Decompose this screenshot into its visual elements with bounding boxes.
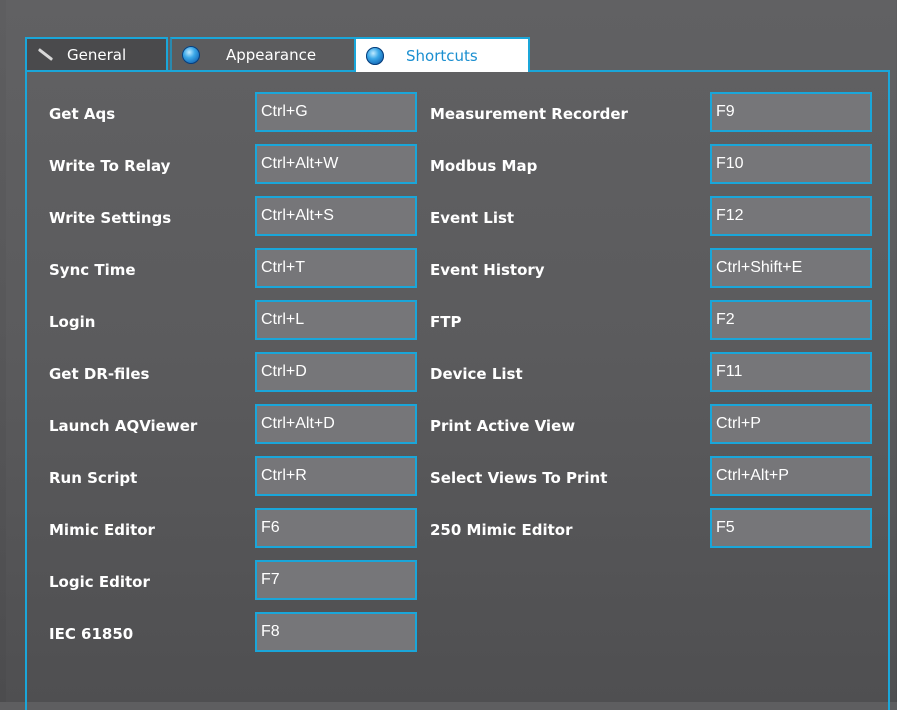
shortcut-label-sync-time: Sync Time <box>49 261 136 279</box>
globe-icon <box>182 46 200 64</box>
shortcut-label-select-views-to-print: Select Views To Print <box>430 469 608 487</box>
shortcut-field-event-history[interactable]: Ctrl+Shift+E <box>710 248 872 288</box>
shortcut-label-iec-61850: IEC 61850 <box>49 625 134 643</box>
shortcut-field-write-settings[interactable]: Ctrl+Alt+S <box>255 196 417 236</box>
shortcut-label-250-mimic-editor: 250 Mimic Editor <box>430 521 573 539</box>
tab-shortcuts-label: Shortcuts <box>406 46 478 65</box>
shortcut-field-write-to-relay[interactable]: Ctrl+Alt+W <box>255 144 417 184</box>
shortcut-label-login: Login <box>49 313 96 331</box>
shortcut-field-modbus-map[interactable]: F10 <box>710 144 872 184</box>
globe-icon <box>366 46 384 65</box>
shortcut-field-mimic-editor[interactable]: F6 <box>255 508 417 548</box>
shortcut-field-launch-aqviewer[interactable]: Ctrl+Alt+D <box>255 404 417 444</box>
shortcut-field-250-mimic-editor[interactable]: F5 <box>710 508 872 548</box>
pen-icon <box>35 46 53 64</box>
shortcut-field-measurement-recorder[interactable]: F9 <box>710 92 872 132</box>
shortcut-field-sync-time[interactable]: Ctrl+T <box>255 248 417 288</box>
shortcut-label-get-dr-files: Get DR-files <box>49 365 150 383</box>
shortcut-field-run-script[interactable]: Ctrl+R <box>255 456 417 496</box>
shortcut-field-logic-editor[interactable]: F7 <box>255 560 417 600</box>
shortcut-field-print-active-view[interactable]: Ctrl+P <box>710 404 872 444</box>
shortcut-label-get-aqs: Get Aqs <box>49 105 116 123</box>
shortcut-label-run-script: Run Script <box>49 469 138 487</box>
tab-bar: General Appearance Shortcuts <box>25 37 530 72</box>
shortcut-field-login[interactable]: Ctrl+L <box>255 300 417 340</box>
tab-appearance-label: Appearance <box>226 46 317 64</box>
tab-shortcuts[interactable]: Shortcuts <box>354 37 530 72</box>
shortcut-field-event-list[interactable]: F12 <box>710 196 872 236</box>
shortcut-label-measurement-recorder: Measurement Recorder <box>430 105 628 123</box>
shortcut-field-get-aqs[interactable]: Ctrl+G <box>255 92 417 132</box>
shortcut-label-modbus-map: Modbus Map <box>430 157 538 175</box>
shortcut-label-event-history: Event History <box>430 261 545 279</box>
shortcut-label-write-settings: Write Settings <box>49 209 172 227</box>
shortcut-label-device-list: Device List <box>430 365 523 383</box>
tab-general-label: General <box>67 46 127 64</box>
tab-general[interactable]: General <box>25 37 168 71</box>
shortcut-label-write-to-relay: Write To Relay <box>49 157 171 175</box>
shortcut-field-device-list[interactable]: F11 <box>710 352 872 392</box>
shortcut-field-get-dr-files[interactable]: Ctrl+D <box>255 352 417 392</box>
shortcut-label-logic-editor: Logic Editor <box>49 573 150 591</box>
tab-appearance[interactable]: Appearance <box>170 37 354 71</box>
shortcut-label-ftp: FTP <box>430 313 462 331</box>
shortcut-label-print-active-view: Print Active View <box>430 417 576 435</box>
shortcut-field-select-views-to-print[interactable]: Ctrl+Alt+P <box>710 456 872 496</box>
shortcut-label-mimic-editor: Mimic Editor <box>49 521 155 539</box>
shortcut-label-launch-aqviewer: Launch AQViewer <box>49 417 198 435</box>
shortcut-label-event-list: Event List <box>430 209 515 227</box>
shortcut-field-iec-61850[interactable]: F8 <box>255 612 417 652</box>
shortcut-field-ftp[interactable]: F2 <box>710 300 872 340</box>
shortcuts-panel: Get Aqs Ctrl+G Write To Relay Ctrl+Alt+W… <box>25 70 890 710</box>
